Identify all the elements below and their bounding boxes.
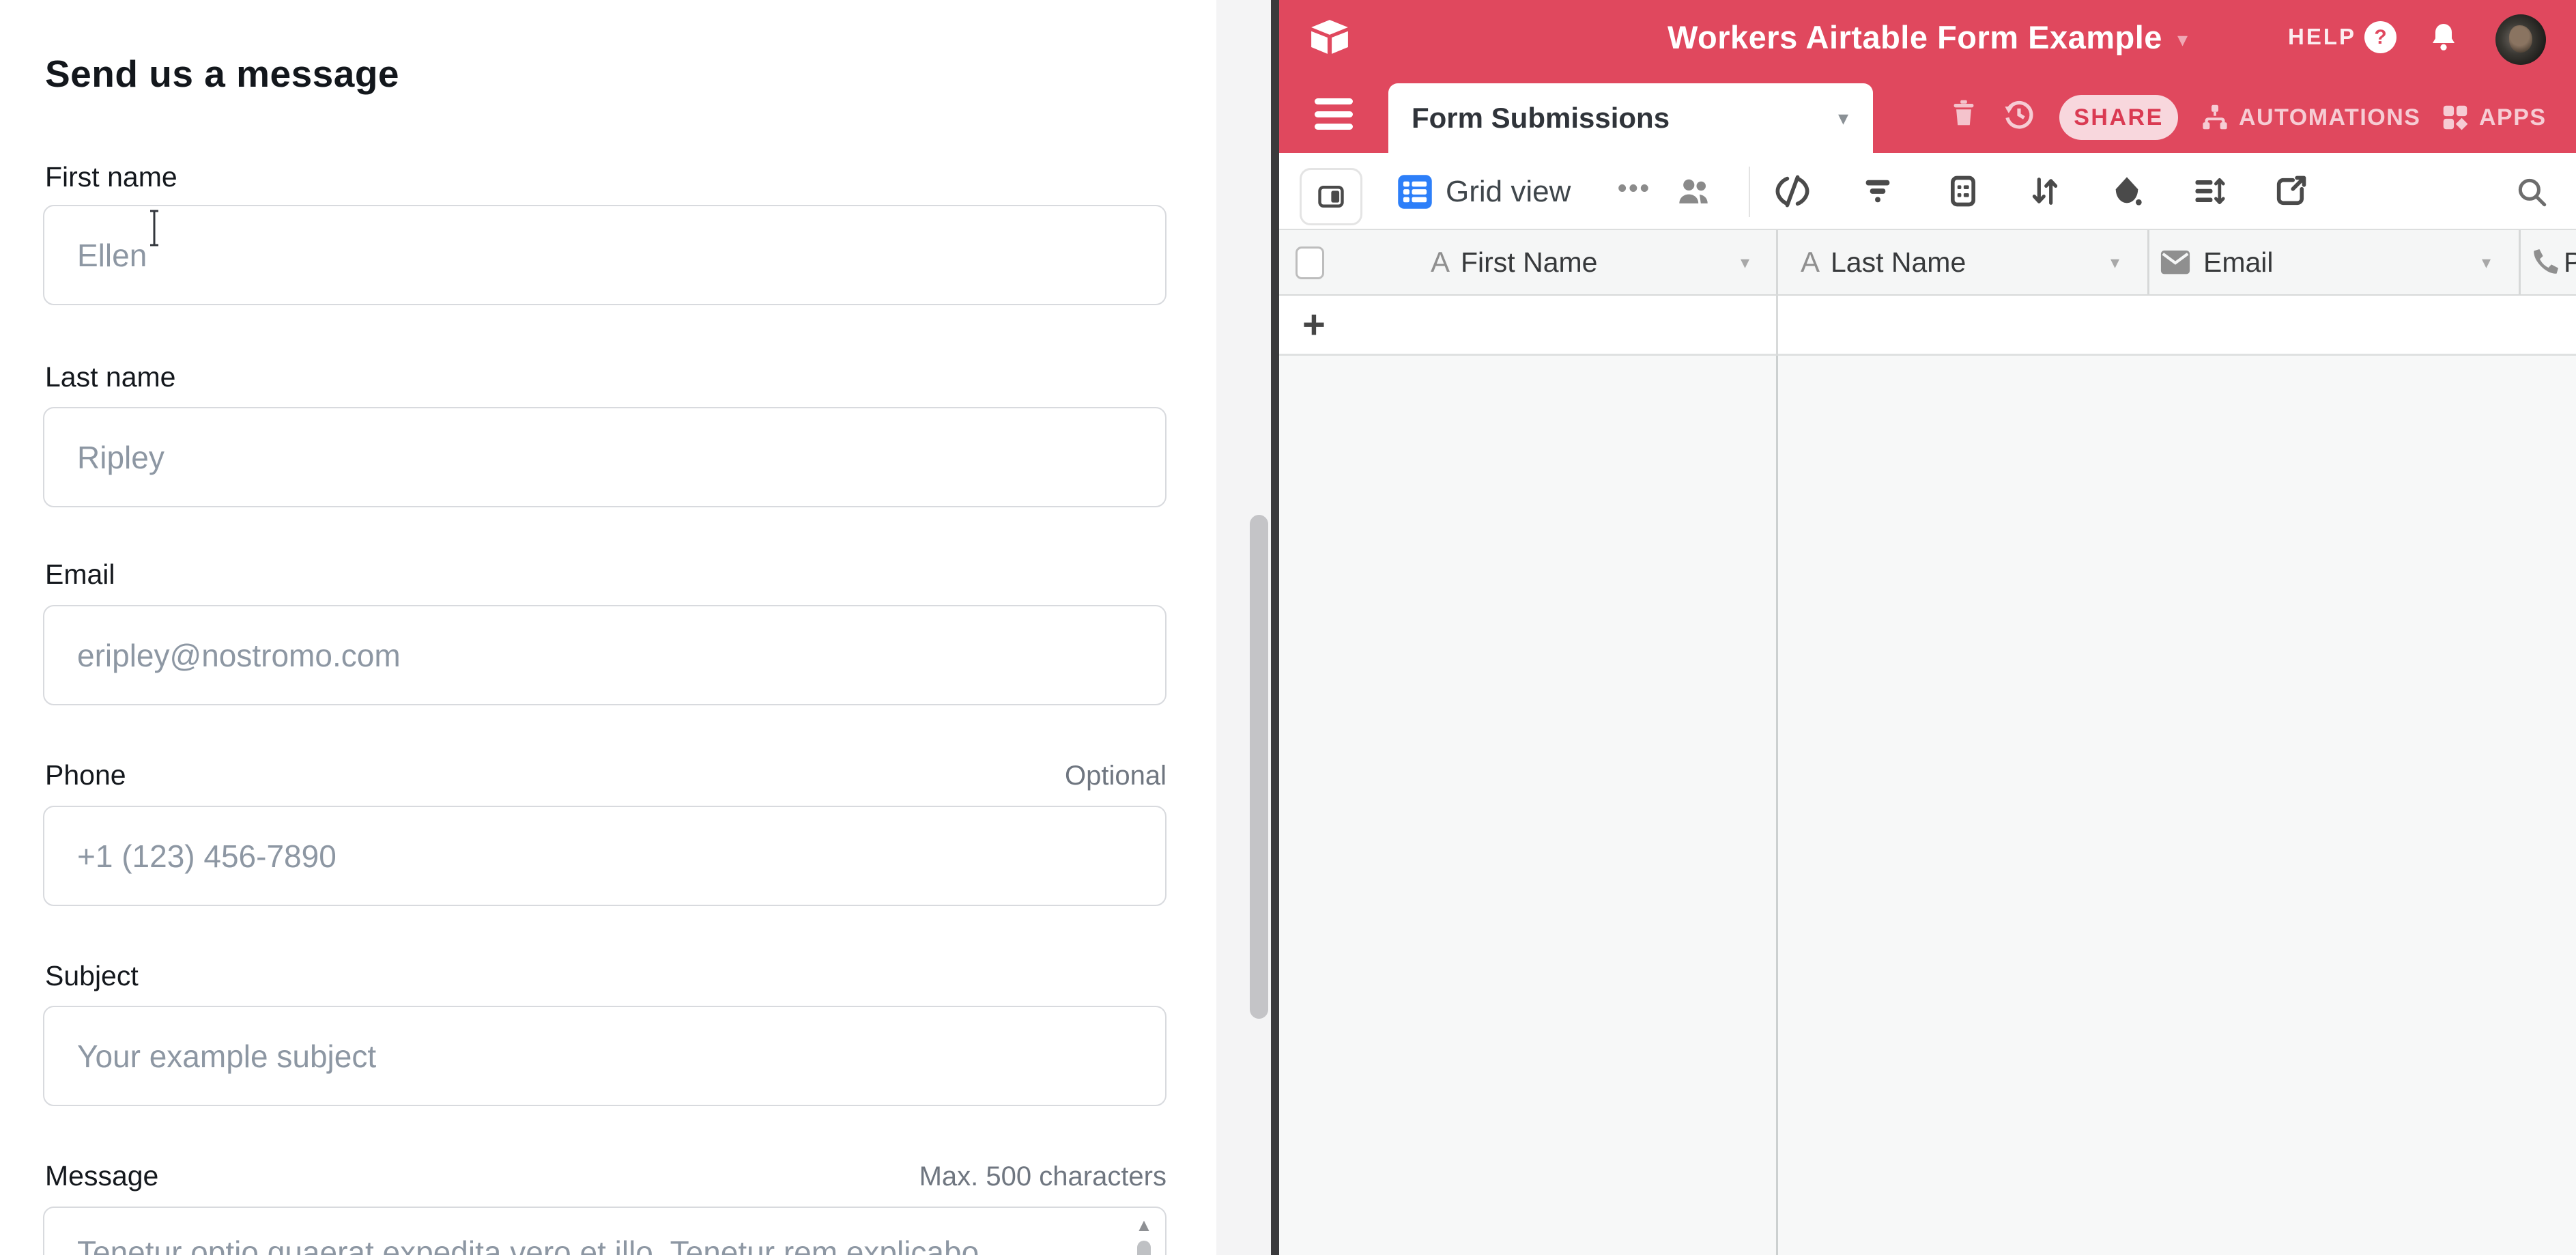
toolbar-divider [1749,167,1750,217]
view-sidebar-toggle-button[interactable] [1300,168,1362,225]
phone-optional-note: Optional [1065,761,1167,791]
grid-column-divider [1776,356,1778,1255]
column-divider[interactable] [1776,230,1778,294]
column-divider[interactable] [2147,230,2149,294]
message-label: Message [45,1160,158,1192]
apps-label: APPS [2479,104,2547,131]
share-view-icon[interactable] [2273,173,2308,209]
first-name-input[interactable] [43,205,1167,305]
text-field-type-icon: A [1431,230,1450,294]
color-icon[interactable] [2109,173,2145,209]
text-cursor-ibeam-icon [145,209,164,247]
column-caret-icon[interactable]: ▾ [1741,230,1749,294]
table-tab-form-submissions[interactable]: Form Submissions ▾ [1388,83,1873,153]
sidebar-menu-icon[interactable] [1315,98,1353,130]
column-header-phone[interactable]: Phone [2564,230,2576,294]
last-name-input[interactable] [43,407,1167,507]
apps-button[interactable]: APPS [2439,95,2547,140]
hide-fields-icon[interactable] [1775,173,1810,209]
window-divider [1271,0,1279,1255]
notifications-bell-icon[interactable] [2427,20,2460,53]
email-input[interactable] [43,605,1167,705]
column-divider [1776,296,1778,356]
history-icon[interactable] [2001,97,2037,132]
automations-icon [2199,102,2231,133]
phone-label: Phone [45,759,126,791]
screen: Send us a message First name Last name E… [0,0,2576,1255]
help-question-icon[interactable]: ? [2364,21,2396,53]
sort-icon[interactable] [2027,173,2063,209]
text-field-type-icon: A [1801,230,1820,294]
base-title-group[interactable]: Workers Airtable Form Example ▾ [1552,0,2303,74]
column-header-last-name[interactable]: Last Name [1831,230,1966,294]
subject-input[interactable] [43,1006,1167,1106]
grid-view-icon[interactable] [1397,173,1433,210]
email-field-type-icon [2160,249,2191,275]
form-scrollbar-thumb[interactable] [1250,515,1268,1019]
column-header-email[interactable]: Email [2203,230,2274,294]
last-name-label: Last name [45,361,175,393]
help-button[interactable]: HELP [2288,0,2356,74]
row-height-icon[interactable] [2191,173,2227,209]
grid-header-row: A First Name ▾ A Last Name ▾ Email ▾ [1279,230,2576,296]
base-title[interactable]: Workers Airtable Form Example [1668,18,2162,56]
add-record-row[interactable]: + [1279,296,2576,356]
user-avatar[interactable] [2495,14,2546,65]
filter-icon[interactable] [1860,173,1895,209]
scroll-up-arrow-icon[interactable]: ▲ [1134,1213,1154,1237]
form-title: Send us a message [45,52,399,96]
airtable-pane: Workers Airtable Form Example ▾ HELP ? F… [1279,0,2576,1255]
base-title-caret-icon[interactable]: ▾ [2177,23,2188,52]
email-label: Email [45,559,115,591]
view-name[interactable]: Grid view [1446,153,1571,230]
airtable-logo-icon[interactable] [1309,16,1350,57]
message-maxchars-note: Max. 500 characters [919,1161,1167,1192]
subject-label: Subject [45,960,139,992]
phone-field-type-icon [2528,246,2561,279]
column-header-first-name[interactable]: First Name [1461,230,1597,294]
search-icon[interactable] [2515,175,2549,209]
group-icon[interactable] [1945,173,1981,209]
textarea-scroll-thumb[interactable] [1137,1241,1151,1255]
table-tab-label: Form Submissions [1412,83,1670,153]
view-options-ellipsis-icon[interactable]: ••• [1618,153,1651,224]
column-caret-icon[interactable]: ▾ [2482,230,2491,294]
collaborators-icon[interactable] [1675,173,1712,210]
view-toolbar: Grid view ••• [1279,153,2576,230]
automations-label: AUTOMATIONS [2239,104,2420,131]
phone-input[interactable] [43,806,1167,906]
table-tab-caret-icon[interactable]: ▾ [1838,83,1848,153]
column-caret-icon[interactable]: ▾ [2110,230,2119,294]
select-all-checkbox[interactable] [1296,246,1324,279]
textarea-scrollbar[interactable]: ▲ [1134,1213,1154,1255]
contact-form-pane: Send us a message First name Last name E… [0,0,1216,1255]
first-name-label: First name [45,161,177,193]
message-textarea[interactable]: Tenetur optio quaerat expedita vero et i… [43,1207,1167,1255]
add-record-plus-icon[interactable]: + [1302,296,1326,353]
message-text: Tenetur optio quaerat expedita vero et i… [77,1232,1101,1255]
automations-button[interactable]: AUTOMATIONS [2199,95,2420,140]
trash-icon[interactable] [1948,97,1979,134]
share-button[interactable]: SHARE [2059,95,2178,140]
apps-icon [2439,102,2471,133]
column-divider[interactable] [2519,230,2521,294]
